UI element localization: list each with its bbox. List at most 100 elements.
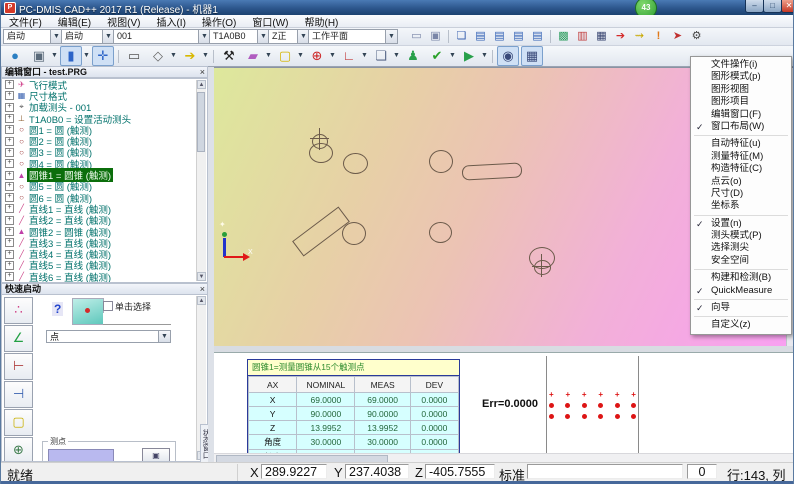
minimize-button[interactable]: – xyxy=(745,0,764,13)
menu-item[interactable]: 构建和检测(B) xyxy=(691,272,791,284)
close-icon[interactable]: × xyxy=(200,284,205,294)
report-window-icon[interactable]: ▤ xyxy=(472,29,489,44)
expand-icon[interactable]: + xyxy=(5,204,14,213)
scroll-up-icon[interactable]: ▲ xyxy=(197,296,206,305)
cad-slot[interactable] xyxy=(462,162,523,180)
auto-points-icon[interactable]: ∴ xyxy=(4,297,33,324)
plane-preview-thumbnail[interactable] xyxy=(72,298,104,325)
menu-item[interactable]: 点云(o) xyxy=(691,176,791,188)
menu-operation[interactable]: 操作(O) xyxy=(194,14,244,29)
menu-item[interactable]: 编辑窗口(F) xyxy=(691,109,791,121)
chevron-down-icon[interactable]: ▼ xyxy=(83,47,91,65)
menu-item-checked[interactable]: ✓QuickMeasure xyxy=(691,285,791,297)
workplane-axis-combo[interactable]: Z正▼ xyxy=(268,29,310,44)
workplane-combo[interactable]: 工作平面▼ xyxy=(308,29,398,44)
edit-window-header[interactable]: 编辑窗口 - test.PRG × xyxy=(1,66,208,78)
expand-icon[interactable]: + xyxy=(5,272,14,281)
scroll-thumb[interactable] xyxy=(197,92,205,152)
window-layout-icon[interactable]: ▦ xyxy=(521,46,543,66)
expand-icon[interactable]: + xyxy=(5,227,14,236)
expand-icon[interactable]: + xyxy=(5,148,14,157)
sphere-view-icon[interactable]: ● xyxy=(4,46,26,66)
axes-icon[interactable]: ∠ xyxy=(4,325,33,352)
comment-icon[interactable]: ▭ xyxy=(123,46,145,66)
view-setup-icon[interactable]: ◉ xyxy=(497,46,519,66)
menu-item[interactable]: 构造特征(C) xyxy=(691,163,791,175)
circle-feature-icon[interactable]: ▢ xyxy=(274,46,296,66)
chevron-down-icon[interactable]: ▼ xyxy=(385,30,397,43)
menu-item[interactable]: 自动特征(u) xyxy=(691,138,791,150)
menu-edit[interactable]: 编辑(E) xyxy=(50,14,99,29)
preview-window-button[interactable]: ▣ xyxy=(142,448,170,462)
close-button[interactable]: ✕ xyxy=(781,0,794,13)
menu-help[interactable]: 帮助(H) xyxy=(296,14,346,29)
menu-item[interactable]: 文件操作(i) xyxy=(691,59,791,71)
check-confirm-icon[interactable]: ✔ xyxy=(426,46,448,66)
machine-interface-icon[interactable]: ▩ xyxy=(555,29,572,44)
expand-icon[interactable]: + xyxy=(5,238,14,247)
expand-icon[interactable]: + xyxy=(5,91,14,100)
maximize-button[interactable]: □ xyxy=(763,0,782,13)
expand-icon[interactable]: + xyxy=(5,80,14,89)
toolbox-icon[interactable]: ⚙ xyxy=(688,29,705,44)
expand-icon[interactable]: + xyxy=(5,193,14,202)
menu-item[interactable]: 测量特征(M) xyxy=(691,151,791,163)
close-icon[interactable]: × xyxy=(200,67,205,77)
run-list-icon[interactable]: ▶ xyxy=(458,46,480,66)
alert-icon[interactable]: ! xyxy=(650,29,667,44)
scroll-down-icon[interactable]: ▼ xyxy=(197,272,206,281)
expand-icon[interactable]: + xyxy=(5,125,14,134)
expand-icon[interactable]: + xyxy=(5,114,14,123)
menu-item-checked[interactable]: ✓向导 xyxy=(691,302,791,314)
chevron-down-icon[interactable]: ▼ xyxy=(329,47,337,65)
menu-item[interactable]: 图形模式(p) xyxy=(691,71,791,83)
cad-circle[interactable] xyxy=(309,143,333,163)
hammer-tool-icon[interactable]: ⚒ xyxy=(218,46,240,66)
mode-combo[interactable]: 启动▼ xyxy=(3,29,63,44)
expand-icon[interactable]: + xyxy=(5,171,14,180)
menu-item[interactable]: 图形项目 xyxy=(691,96,791,108)
target-icon[interactable]: ⊕ xyxy=(4,437,33,462)
chevron-down-icon[interactable]: ▼ xyxy=(393,47,401,65)
chevron-down-icon[interactable]: ▼ xyxy=(170,47,178,65)
cad-circle[interactable] xyxy=(343,153,368,174)
point-value-field[interactable] xyxy=(48,449,114,462)
tree-scrollbar[interactable]: ▲ ▼ xyxy=(196,80,206,281)
axes-align-icon[interactable]: ∟ xyxy=(338,46,360,66)
report-template-icon[interactable]: ▤ xyxy=(491,29,508,44)
menu-item[interactable]: 测头模式(P) xyxy=(691,230,791,242)
report-print-icon[interactable]: ▤ xyxy=(529,29,546,44)
tree-item[interactable]: +╱直线6 = 直线 (触测) xyxy=(2,271,207,282)
window-restore-icon[interactable]: ▭ xyxy=(408,29,425,44)
menu-insert[interactable]: 插入(I) xyxy=(148,14,193,29)
expand-icon[interactable]: + xyxy=(5,216,14,225)
grid-table-icon[interactable]: ▦ xyxy=(593,29,610,44)
scroll-up-icon[interactable]: ▲ xyxy=(197,80,206,89)
plane-feature-icon[interactable]: ▰ xyxy=(242,46,264,66)
wireframe-box-icon[interactable]: ◇ xyxy=(147,46,169,66)
help-icon[interactable]: ? xyxy=(52,302,63,316)
plane-icon[interactable]: ▢ xyxy=(4,409,33,436)
chevron-down-icon[interactable]: ▼ xyxy=(297,47,305,65)
chevron-down-icon[interactable]: ▼ xyxy=(361,47,369,65)
micrometer-icon[interactable]: ⊣ xyxy=(4,381,33,408)
expand-icon[interactable]: + xyxy=(5,159,14,168)
selection-input[interactable] xyxy=(103,313,171,325)
menu-item-checked[interactable]: ✓窗口布局(W) xyxy=(691,121,791,133)
chevron-down-icon[interactable]: ▼ xyxy=(449,47,457,65)
expand-icon[interactable]: + xyxy=(5,250,14,259)
chevron-down-icon[interactable]: ▼ xyxy=(51,47,59,65)
cascade-windows-icon[interactable]: ❏ xyxy=(453,29,470,44)
probe-file-combo[interactable]: 001▼ xyxy=(113,29,211,44)
expand-icon[interactable]: + xyxy=(5,103,14,112)
submode-combo[interactable]: 启动▼ xyxy=(61,29,115,44)
cube-view-icon[interactable]: ▣ xyxy=(28,46,50,66)
expand-icon[interactable]: + xyxy=(5,182,14,191)
chevron-down-icon[interactable]: ▼ xyxy=(481,47,489,65)
cad-circle[interactable] xyxy=(534,260,551,275)
menu-item[interactable]: 图形视图 xyxy=(691,84,791,96)
operator-icon[interactable]: ♟ xyxy=(402,46,424,66)
feature-type-combo[interactable]: 点▼ xyxy=(46,330,171,343)
report-edit-icon[interactable]: ▤ xyxy=(510,29,527,44)
copy-docs-icon[interactable]: ❏ xyxy=(370,46,392,66)
